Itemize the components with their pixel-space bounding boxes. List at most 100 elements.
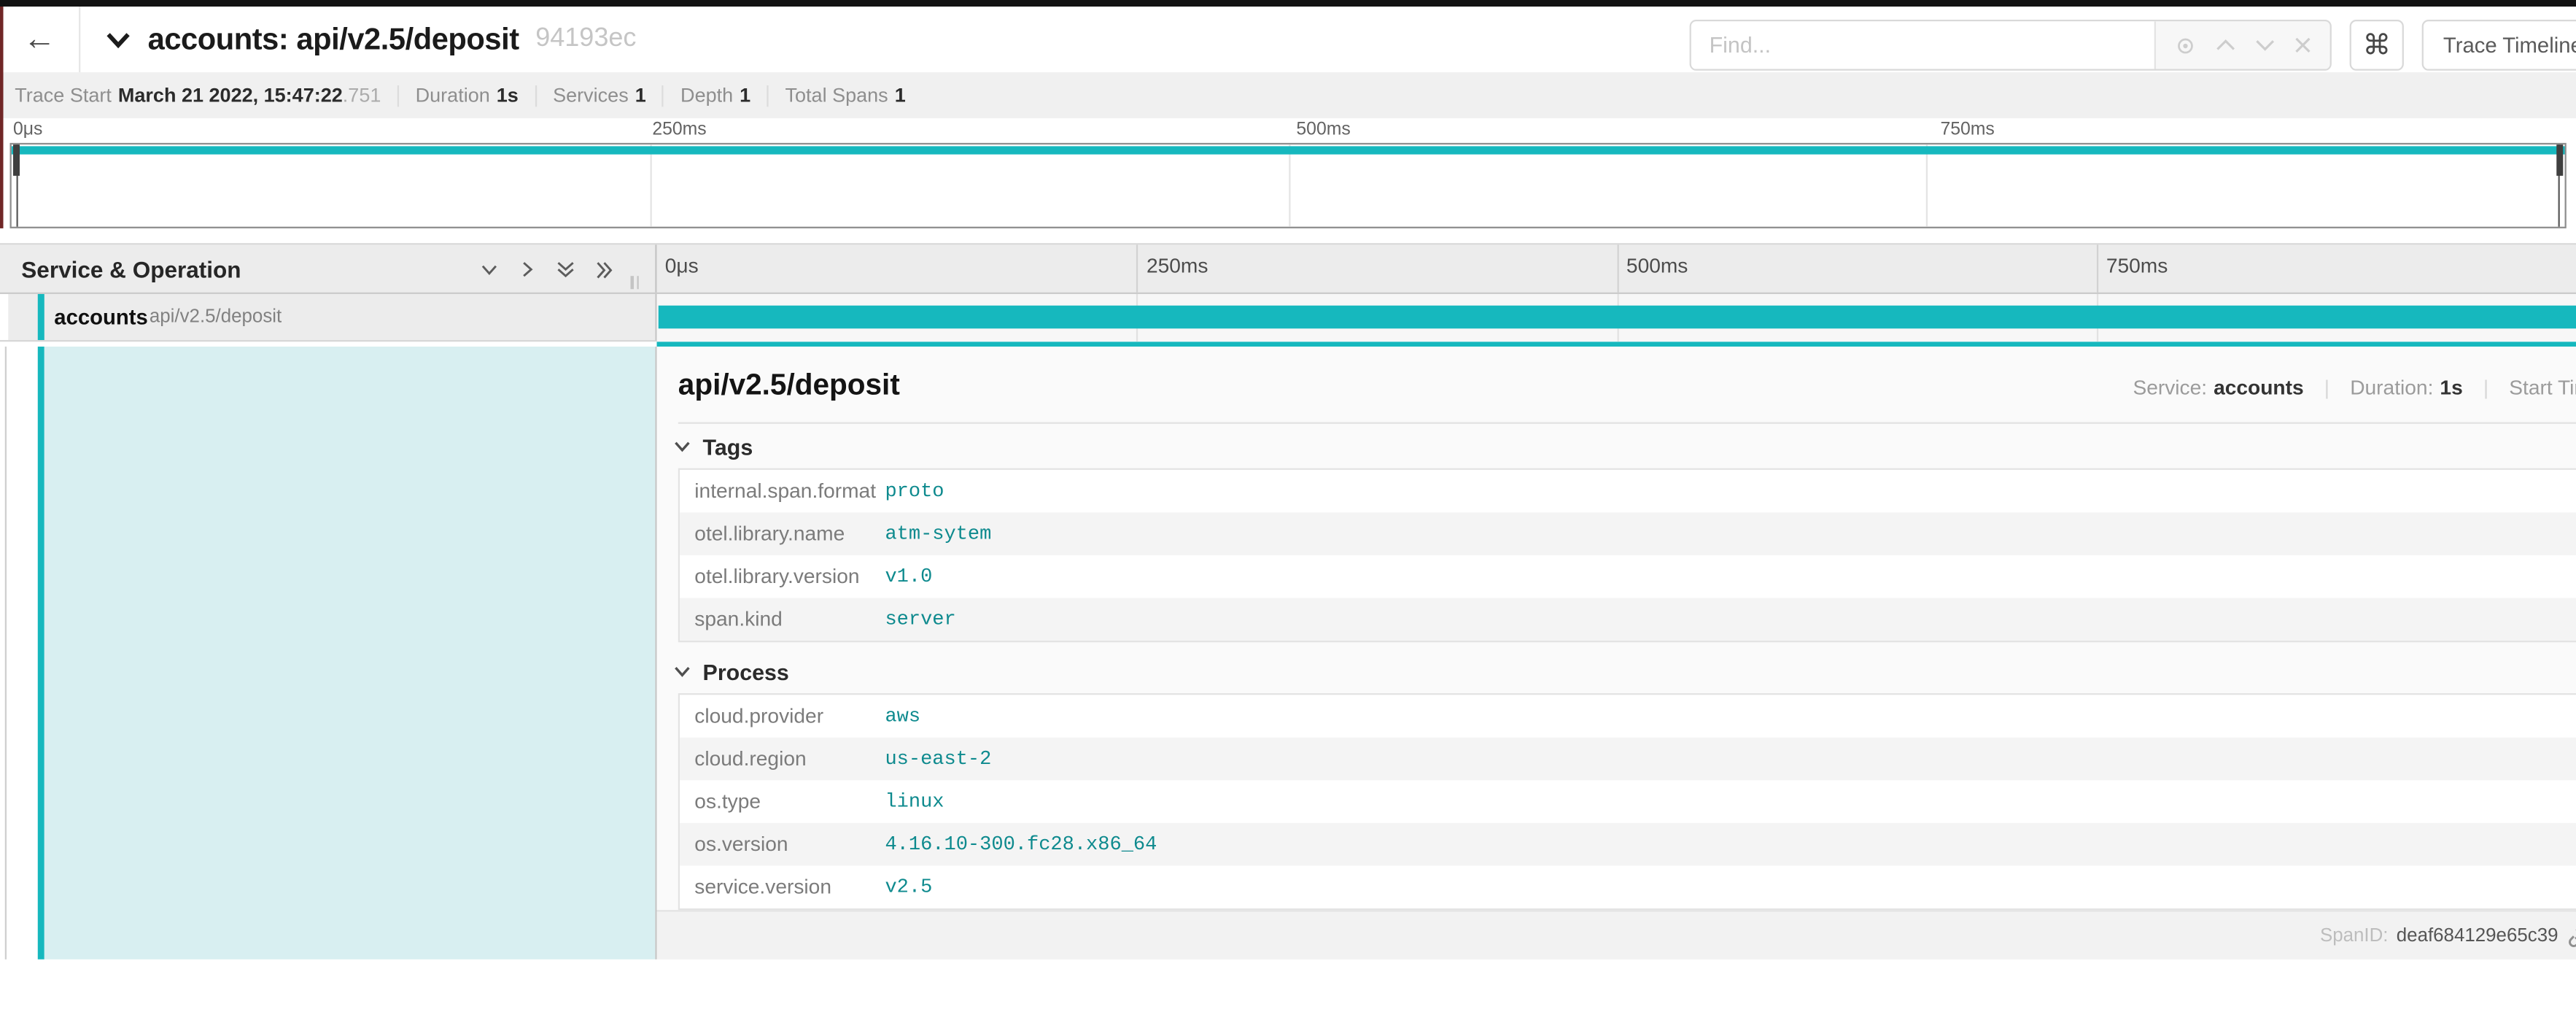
expand-all-double-chevron-right-icon[interactable] xyxy=(593,257,618,280)
service-meta-label: Service: xyxy=(2133,377,2207,400)
duration-label: Duration xyxy=(416,84,490,107)
table-row: os.typelinux xyxy=(680,780,2576,823)
tag-key: span.kind xyxy=(680,608,885,631)
duration-meta-label: Duration: xyxy=(2350,377,2433,400)
span-detail-title: api/v2.5/deposit xyxy=(678,368,900,401)
chevron-down-icon xyxy=(673,657,691,687)
view-selector-label: Trace Timeline xyxy=(2443,33,2576,58)
tags-section-title: Tags xyxy=(703,434,753,459)
service-operation-header: Service & Operation xyxy=(0,244,657,292)
table-row: otel.library.versionv1.0 xyxy=(680,555,2576,598)
trace-title-wrap: accounts: api/v2.5/deposit 94193ec xyxy=(80,21,636,58)
process-value: 4.16.10-300.fc28.x86_64 xyxy=(885,833,1157,856)
services-value: 1 xyxy=(635,84,646,107)
selected-row-highlight xyxy=(44,347,656,960)
minimap-gridline xyxy=(1926,144,1928,227)
find-input[interactable] xyxy=(1691,21,2154,69)
collapse-trace-chevron-down-icon[interactable] xyxy=(105,31,131,49)
minimap-gridline xyxy=(1288,144,1289,227)
process-key: service.version xyxy=(680,876,885,899)
process-key: os.type xyxy=(680,790,885,814)
collapse-all-double-chevron-down-icon[interactable] xyxy=(554,257,578,280)
span-name-cell[interactable]: accounts api/v2.5/deposit xyxy=(0,294,657,341)
span-color-accent xyxy=(37,294,44,340)
trace-id-short: 94193ec xyxy=(535,25,636,55)
process-section-header[interactable]: Process xyxy=(673,659,2576,685)
trace-summary-bar: Trace Start March 21 2022, 15:47:22.751 … xyxy=(0,72,2576,118)
trace-start-ms: .751 xyxy=(343,84,381,107)
divider: | xyxy=(2324,377,2329,400)
total-spans-label: Total Spans xyxy=(785,84,888,107)
process-value: us-east-2 xyxy=(885,747,991,771)
jaeger-trace-page: ← accounts: api/v2.5/deposit 94193ec ⌘ xyxy=(0,0,2576,1023)
divider: | xyxy=(2483,377,2488,400)
span-id-label: SpanID: xyxy=(2320,926,2389,946)
service-meta-value: accounts xyxy=(2214,377,2304,400)
timeline-ticks-header: 0μs 250ms 500ms 750ms xyxy=(657,244,2576,292)
divider xyxy=(535,85,536,106)
minimap-left-scrubber-handle[interactable] xyxy=(13,144,20,176)
table-row: otel.library.nameatm-sytem xyxy=(680,512,2576,555)
divider xyxy=(767,85,769,106)
view-selector-button[interactable]: Trace Timeline xyxy=(2422,20,2576,71)
minimap-span-bar xyxy=(12,146,2565,154)
minimap-gridline xyxy=(650,144,651,227)
table-row: internal.span.formatproto xyxy=(680,470,2576,513)
header-toolbar: ⌘ Trace Timeline xyxy=(1690,20,2576,71)
chevron-down-icon xyxy=(673,432,691,462)
span-color-accent xyxy=(37,347,44,960)
window-left-edge xyxy=(0,7,2,228)
minimap-tick: 0μs xyxy=(13,120,42,139)
arrow-left-icon: ← xyxy=(23,20,56,58)
span-detail-panel: api/v2.5/deposit Service: accounts | Dura… xyxy=(657,347,2576,960)
locate-icon[interactable] xyxy=(2174,34,2197,57)
depth-label: Depth xyxy=(680,84,733,107)
tag-value: server xyxy=(885,608,955,631)
link-icon[interactable] xyxy=(2567,924,2576,947)
minimap-tick: 250ms xyxy=(652,120,706,139)
selected-span-left-column xyxy=(0,347,657,960)
span-duration-bar[interactable] xyxy=(659,306,2576,329)
expand-one-chevron-right-icon[interactable] xyxy=(516,257,539,280)
next-match-chevron-down-icon[interactable] xyxy=(2254,38,2276,53)
tag-value: atm-sytem xyxy=(885,522,991,546)
keyboard-shortcuts-button[interactable]: ⌘ xyxy=(2350,20,2404,71)
tree-guide-line xyxy=(5,347,7,960)
timeline-section: Service & Operation 0μs 250ms 500ms 750m… xyxy=(0,243,2576,957)
span-id-value: deaf684129e65c39 xyxy=(2397,926,2558,946)
divider xyxy=(397,85,399,106)
process-key: cloud.region xyxy=(680,747,885,771)
process-section-title: Process xyxy=(703,660,789,684)
column-resize-grip[interactable] xyxy=(630,276,638,289)
tags-section: Tags internal.span.formatproto otel.libr… xyxy=(678,433,2576,642)
minimap-tick-labels: 0μs 250ms 500ms 750ms xyxy=(0,118,2576,143)
minimap-tick: 500ms xyxy=(1296,120,1350,139)
trace-minimap[interactable] xyxy=(10,143,2567,228)
clear-search-icon[interactable] xyxy=(2294,36,2312,55)
table-row: service.versionv2.5 xyxy=(680,865,2576,908)
total-spans-value: 1 xyxy=(895,84,906,107)
tags-table: internal.span.formatproto otel.library.n… xyxy=(678,468,2576,643)
title-divider xyxy=(678,422,2576,424)
collapse-one-chevron-down-icon[interactable] xyxy=(478,257,501,280)
command-icon: ⌘ xyxy=(2363,28,2391,61)
minimap-right-scrubber-handle[interactable] xyxy=(2556,144,2563,176)
back-button[interactable]: ← xyxy=(0,7,80,72)
start-time-meta-label: Start Time: xyxy=(2509,377,2576,400)
timeline-tick: 500ms xyxy=(1616,244,1688,292)
prev-match-chevron-up-icon[interactable] xyxy=(2215,38,2236,53)
table-row: cloud.regionus-east-2 xyxy=(680,738,2576,781)
tag-value: v1.0 xyxy=(885,565,932,588)
duration-value: 1s xyxy=(497,84,519,107)
timeline-tick: 0μs xyxy=(657,244,699,292)
span-detail-accent-underline xyxy=(657,341,2576,347)
span-detail-title-row: api/v2.5/deposit Service: accounts | Dura… xyxy=(678,368,2576,411)
trace-page-header: ← accounts: api/v2.5/deposit 94193ec ⌘ xyxy=(0,7,2576,72)
timeline-header-row: Service & Operation 0μs 250ms 500ms 750m… xyxy=(0,244,2576,294)
tag-key: otel.library.version xyxy=(680,565,885,588)
tag-key: otel.library.name xyxy=(680,522,885,546)
page-title: accounts: api/v2.5/deposit xyxy=(148,21,519,58)
process-table: cloud.provideraws cloud.regionus-east-2 … xyxy=(678,693,2576,910)
tags-section-header[interactable]: Tags xyxy=(673,433,2576,460)
span-detail-meta: Service:accounts | Duration:1s | Start T… xyxy=(2133,377,2576,400)
